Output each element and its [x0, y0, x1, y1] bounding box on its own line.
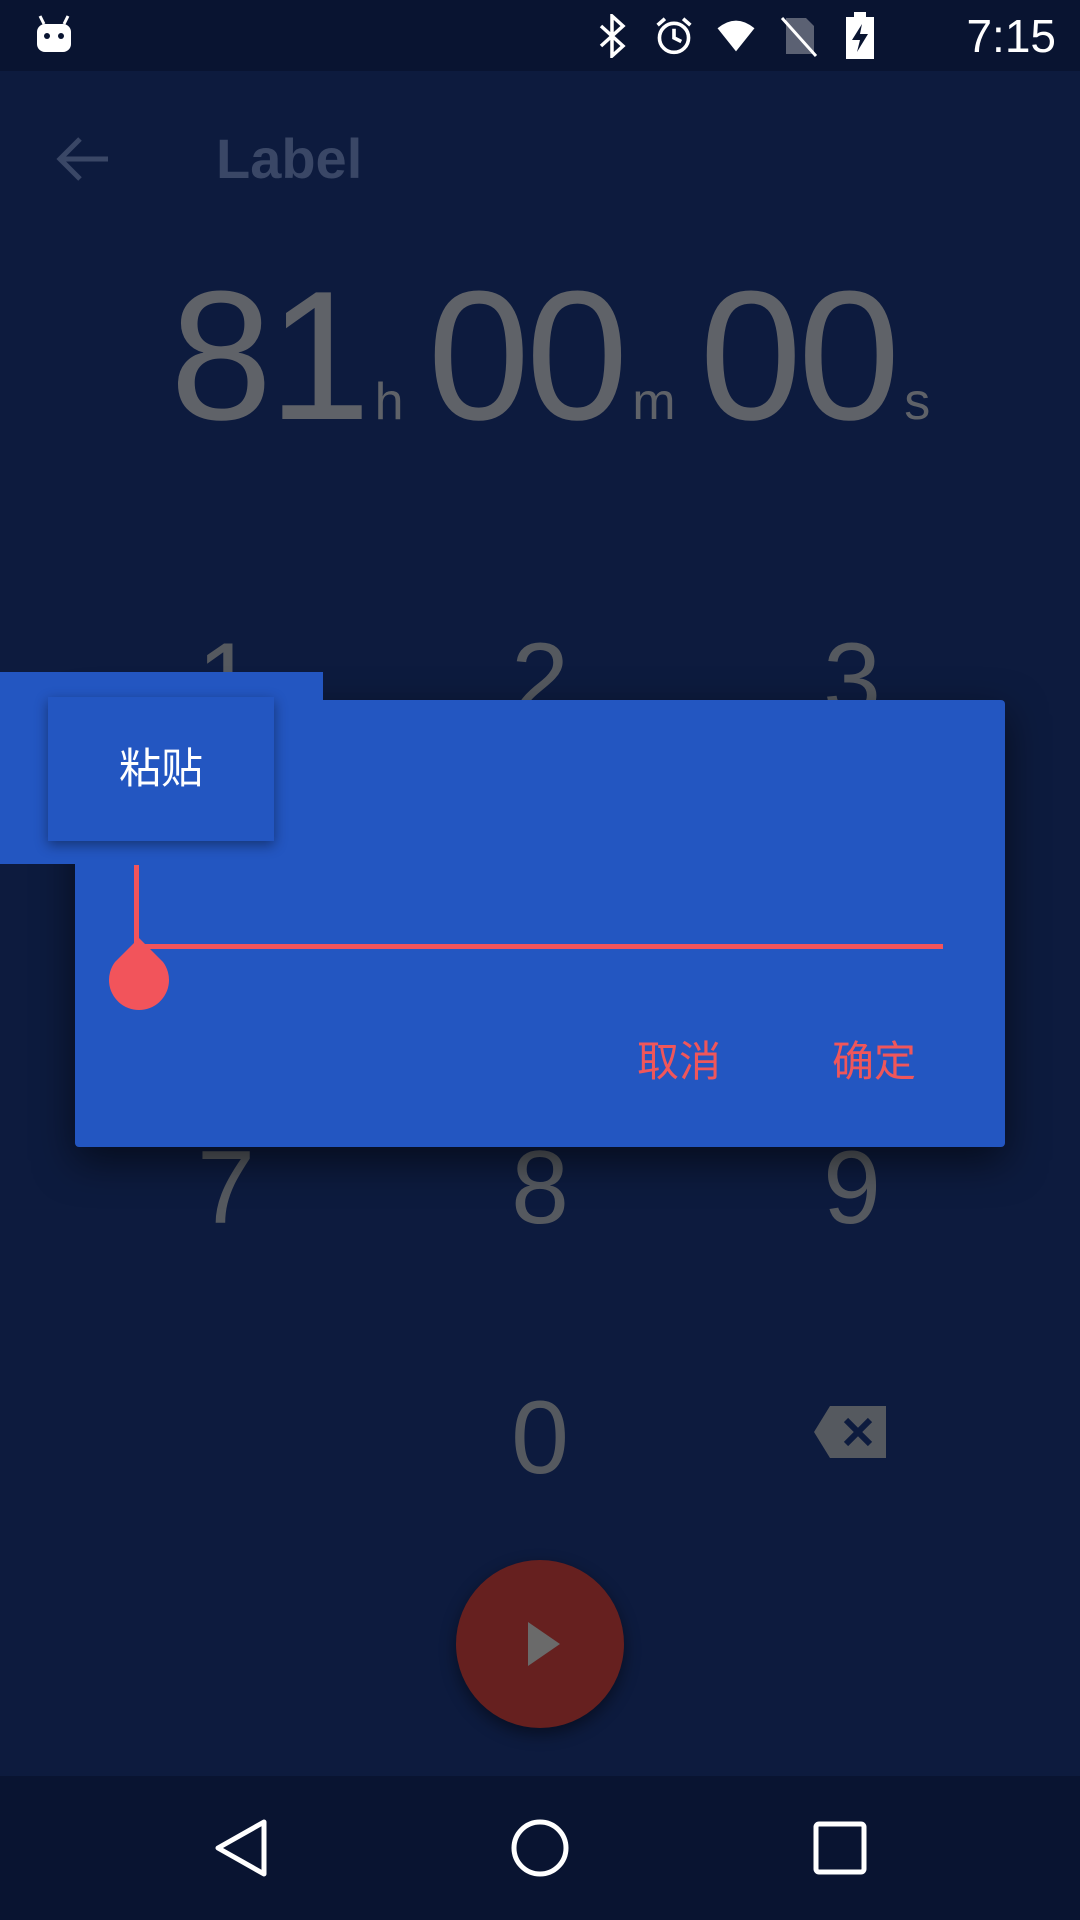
- wifi-icon: [716, 14, 756, 58]
- ok-button[interactable]: 确定: [832, 1026, 916, 1098]
- backspace-icon[interactable]: [812, 1404, 888, 1460]
- timer-display: 81 h 00 m 00 s: [170, 252, 930, 458]
- minutes-value: 00: [427, 252, 629, 458]
- hours-unit: h: [374, 373, 404, 431]
- cancel-button[interactable]: 取消: [637, 1026, 721, 1098]
- start-button[interactable]: [456, 1560, 624, 1728]
- bluetooth-icon: [592, 14, 632, 58]
- seconds-value: 00: [699, 252, 901, 458]
- android-debug-icon: [37, 15, 71, 52]
- no-sim-icon: [778, 14, 818, 58]
- play-icon: [528, 1622, 560, 1666]
- text-cursor: [134, 865, 139, 945]
- label-title[interactable]: Label: [216, 123, 362, 195]
- home-circle-icon[interactable]: [500, 1808, 580, 1888]
- label-input-underline[interactable]: [135, 944, 943, 949]
- navigation-bar: [0, 1776, 1080, 1920]
- paste-button[interactable]: 粘贴: [48, 697, 274, 841]
- toolbar: Label: [0, 71, 1080, 241]
- arrow-back-icon[interactable]: [48, 123, 120, 195]
- text-selection-handle-icon[interactable]: [107, 936, 171, 1010]
- alarm-icon: [654, 14, 694, 58]
- recents-square-icon[interactable]: [800, 1808, 880, 1888]
- battery-charging-icon: [840, 12, 880, 59]
- status-bar: 7:15: [0, 0, 1080, 71]
- seconds-unit: s: [904, 373, 931, 431]
- key-0[interactable]: 0: [450, 1378, 630, 1498]
- back-triangle-icon[interactable]: [200, 1808, 280, 1888]
- minutes-unit: m: [632, 373, 676, 431]
- status-time: 7:15: [966, 10, 1056, 62]
- hours-value: 81: [170, 252, 371, 458]
